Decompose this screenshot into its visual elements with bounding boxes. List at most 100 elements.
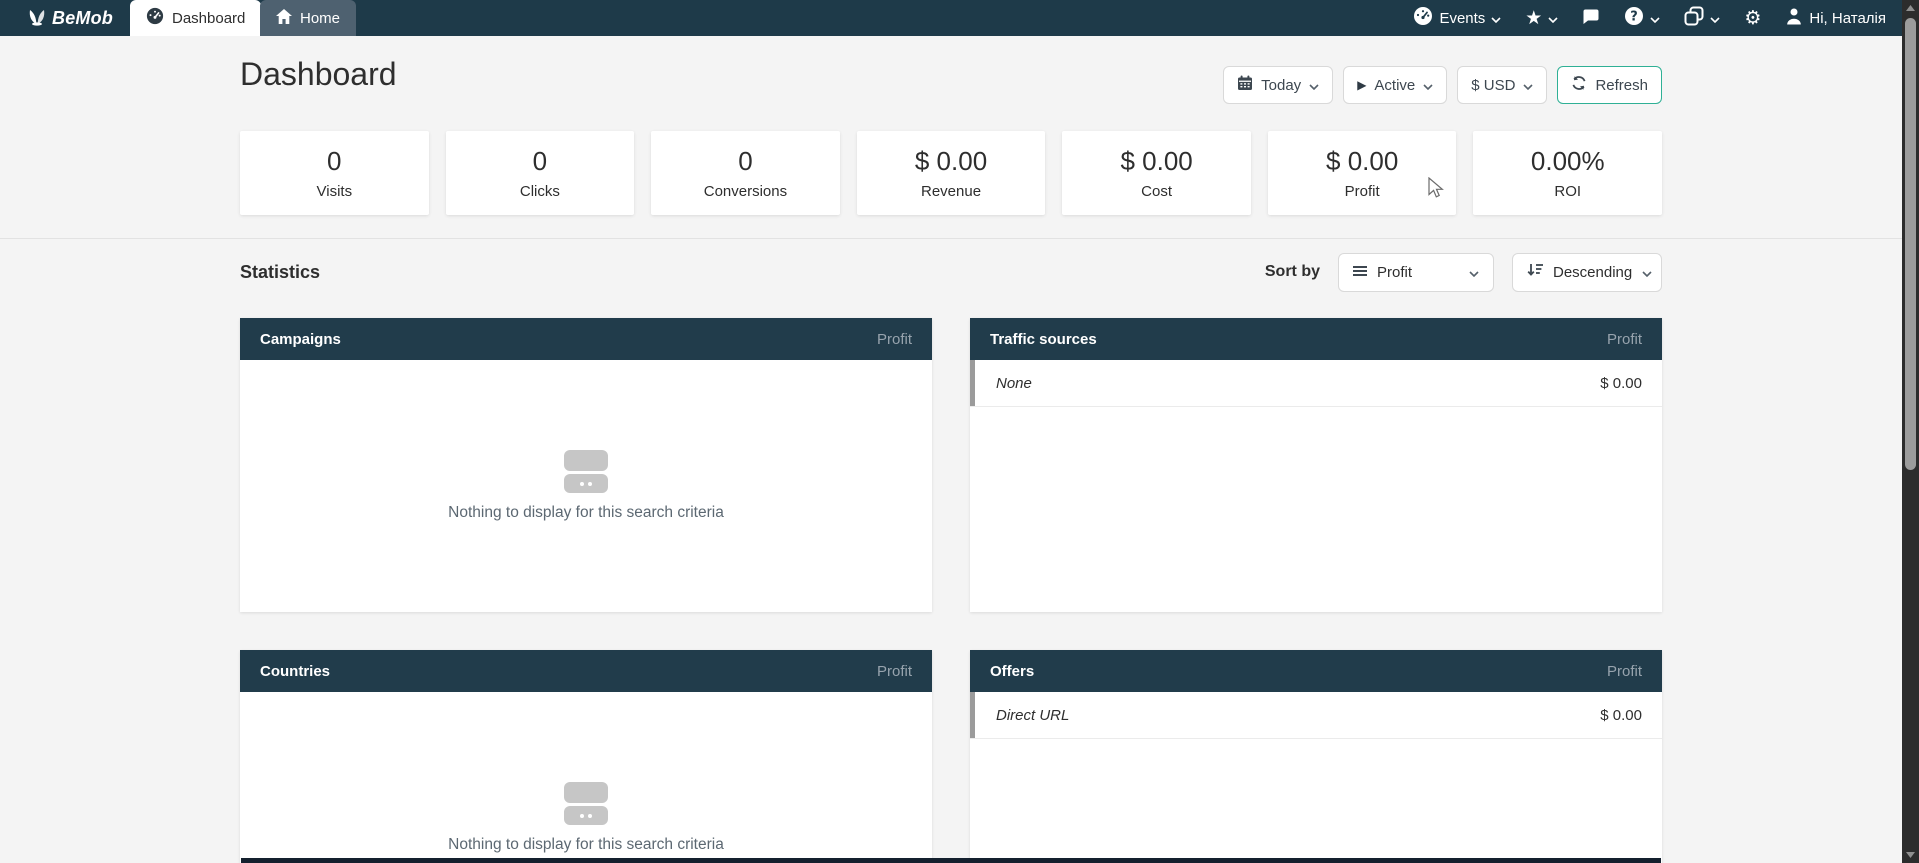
chevron-down-icon — [1491, 10, 1501, 27]
status-filter-label: Active — [1374, 77, 1415, 94]
sort-field-select[interactable]: Profit — [1338, 253, 1494, 292]
stat-card-cost[interactable]: $ 0.00 Cost — [1062, 131, 1251, 215]
stack-icon — [1684, 6, 1704, 30]
stat-label: Cost — [1141, 183, 1172, 200]
row-accent-bar — [970, 360, 975, 406]
empty-data-icon — [564, 782, 608, 825]
panel-countries: Countries Profit Nothing to display for … — [240, 650, 932, 863]
top-navbar: BeMob Dashboard Home Events ★ — [0, 0, 1902, 36]
svg-text:?: ? — [1631, 10, 1639, 25]
panel-metric-label: Profit — [877, 663, 912, 680]
chevron-down-icon — [1423, 77, 1433, 94]
row-value: $ 0.00 — [1600, 375, 1642, 392]
scroll-up-icon[interactable] — [1902, 0, 1919, 16]
stat-value: $ 0.00 — [1120, 146, 1192, 177]
chevron-down-icon — [1523, 77, 1533, 94]
stat-value: 0 — [327, 146, 341, 177]
stat-card-revenue[interactable]: $ 0.00 Revenue — [857, 131, 1046, 215]
panel-header: Countries Profit — [240, 650, 932, 692]
stat-value: $ 0.00 — [1326, 146, 1398, 177]
stat-label: Clicks — [520, 183, 560, 200]
sort-order-value: Descending — [1553, 264, 1632, 281]
stat-card-clicks[interactable]: 0 Clicks — [446, 131, 635, 215]
feedback-button[interactable] — [1582, 8, 1600, 29]
table-row[interactable]: Direct URL $ 0.00 — [970, 692, 1662, 739]
refresh-icon — [1571, 75, 1587, 95]
chevron-down-icon — [1309, 77, 1319, 94]
row-name: Direct URL — [996, 707, 1069, 724]
empty-state-text: Nothing to display for this search crite… — [448, 504, 724, 522]
events-menu[interactable]: Events — [1413, 6, 1501, 30]
stat-label: Conversions — [704, 183, 787, 200]
chevron-down-icon — [1650, 10, 1660, 27]
favorites-menu[interactable]: ★ — [1525, 9, 1558, 28]
events-label: Events — [1439, 10, 1485, 27]
bemob-logo[interactable]: BeMob — [26, 0, 113, 36]
panel-title: Offers — [990, 663, 1034, 680]
question-circle-icon: ? — [1624, 6, 1644, 30]
stat-label: ROI — [1554, 183, 1581, 200]
panel-traffic-sources: Traffic sources Profit None $ 0.00 — [970, 318, 1662, 612]
statistics-heading: Statistics — [240, 262, 320, 283]
row-name: None — [996, 375, 1032, 392]
stat-card-visits[interactable]: 0 Visits — [240, 131, 429, 215]
user-menu[interactable]: Hi, Наталія — [1785, 7, 1886, 29]
next-section-edge — [241, 858, 1661, 863]
list-icon — [1353, 264, 1367, 281]
empty-state: Nothing to display for this search crite… — [240, 360, 932, 612]
gauge-icon — [146, 7, 164, 29]
stat-card-roi[interactable]: 0.00% ROI — [1473, 131, 1662, 215]
stat-value: $ 0.00 — [915, 146, 987, 177]
scrollbar-thumb[interactable] — [1905, 18, 1916, 470]
table-row[interactable]: None $ 0.00 — [970, 360, 1662, 407]
row-accent-bar — [970, 692, 975, 738]
stat-value: 0.00% — [1531, 146, 1605, 177]
header-toolbar: Today ▶ Active $ USD Refresh — [240, 66, 1662, 104]
star-icon: ★ — [1525, 9, 1542, 28]
home-icon — [276, 9, 292, 28]
sort-order-select[interactable]: Descending — [1512, 253, 1662, 292]
mouse-cursor — [1428, 177, 1445, 204]
panel-metric-label: Profit — [1607, 663, 1642, 680]
scroll-down-icon[interactable] — [1902, 847, 1919, 863]
sort-descending-icon — [1527, 263, 1543, 281]
panel-title: Campaigns — [260, 331, 341, 348]
panel-header: Traffic sources Profit — [970, 318, 1662, 360]
section-divider — [0, 238, 1902, 239]
date-range-button[interactable]: Today — [1223, 66, 1333, 104]
refresh-button[interactable]: Refresh — [1557, 66, 1662, 104]
help-menu[interactable]: ? — [1624, 6, 1660, 30]
stat-value: 0 — [533, 146, 547, 177]
statistics-panels: Campaigns Profit Nothing to display for … — [240, 318, 1662, 863]
workspaces-menu[interactable] — [1684, 6, 1720, 30]
refresh-label: Refresh — [1595, 77, 1648, 94]
chevron-down-icon — [1469, 264, 1479, 281]
panel-header: Campaigns Profit — [240, 318, 932, 360]
stat-card-conversions[interactable]: 0 Conversions — [651, 131, 840, 215]
panel-metric-label: Profit — [877, 331, 912, 348]
settings-button[interactable]: ⚙ — [1744, 9, 1761, 28]
empty-state: Nothing to display for this search crite… — [240, 692, 932, 863]
brand-name: BeMob — [52, 8, 113, 29]
sort-by-label: Sort by — [1265, 263, 1320, 281]
events-gauge-icon — [1413, 6, 1433, 30]
calendar-icon — [1237, 75, 1253, 95]
panel-offers: Offers Profit Direct URL $ 0.00 — [970, 650, 1662, 863]
chevron-down-icon — [1642, 264, 1652, 281]
tab-home[interactable]: Home — [260, 0, 356, 36]
currency-button[interactable]: $ USD — [1457, 66, 1547, 104]
vertical-scrollbar[interactable] — [1902, 0, 1919, 863]
app-root: BeMob Dashboard Home Events ★ — [0, 0, 1919, 863]
user-icon — [1785, 7, 1803, 29]
user-greeting: Hi, Наталія — [1809, 10, 1886, 27]
stat-label: Profit — [1345, 183, 1380, 200]
status-filter-button[interactable]: ▶ Active — [1343, 66, 1447, 104]
stat-label: Revenue — [921, 183, 981, 200]
bemob-logo-icon — [26, 6, 48, 31]
date-range-label: Today — [1261, 77, 1301, 94]
navbar-right: Events ★ ? — [1413, 0, 1886, 36]
chat-icon — [1582, 8, 1600, 29]
tab-dashboard[interactable]: Dashboard — [130, 0, 261, 36]
panel-metric-label: Profit — [1607, 331, 1642, 348]
panel-campaigns: Campaigns Profit Nothing to display for … — [240, 318, 932, 612]
